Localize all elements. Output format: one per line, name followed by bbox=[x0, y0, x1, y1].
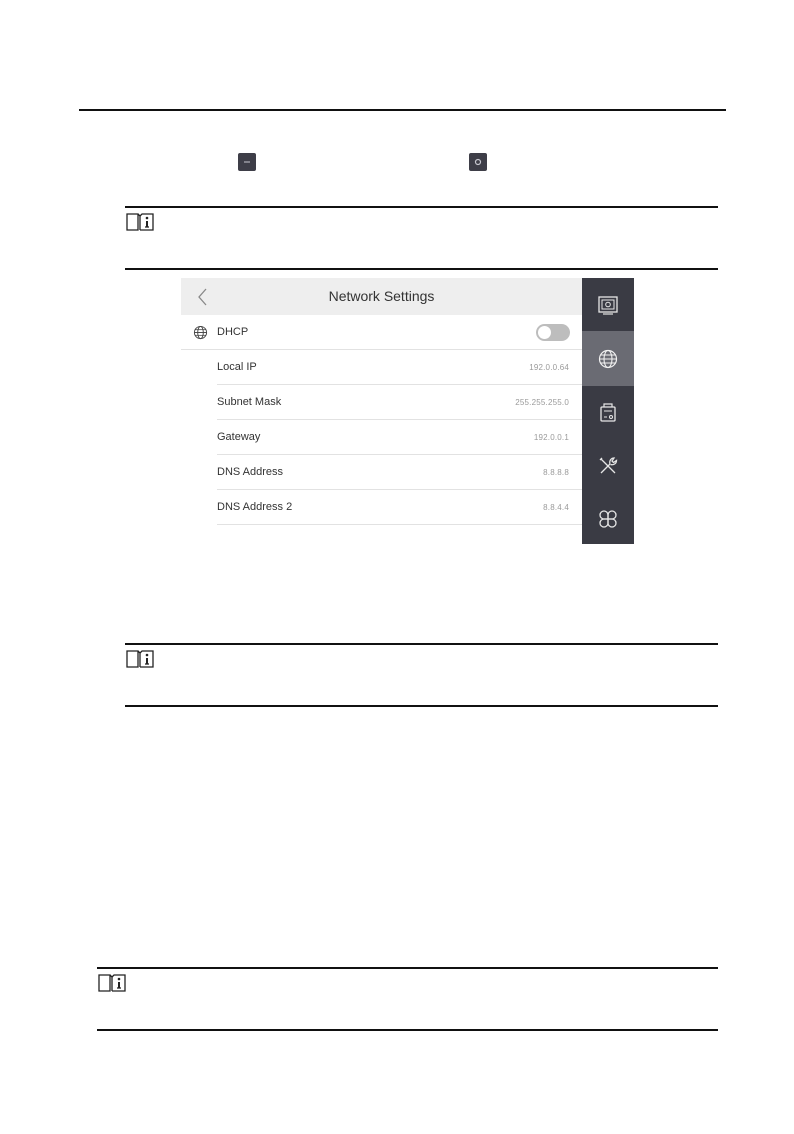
sidebar-item-maintenance[interactable] bbox=[582, 439, 634, 492]
note-top-rule bbox=[125, 206, 718, 208]
row-divider bbox=[217, 524, 582, 525]
apps-icon bbox=[599, 509, 617, 528]
dns-address-label: DNS Address bbox=[217, 466, 284, 478]
note-bottom-rule bbox=[125, 705, 718, 707]
dns-address-row[interactable]: DNS Address 8.8.8.8 bbox=[181, 455, 582, 490]
settings-sidebar bbox=[582, 278, 634, 544]
globe-icon bbox=[193, 325, 208, 340]
settings-small-icon bbox=[238, 153, 256, 171]
subnet-mask-label: Subnet Mask bbox=[217, 396, 282, 408]
note-top-rule bbox=[97, 967, 718, 969]
local-ip-label: Local IP bbox=[217, 361, 257, 373]
gateway-value: 192.0.0.1 bbox=[533, 433, 569, 442]
note-bottom-rule bbox=[97, 1029, 718, 1031]
sidebar-item-monitor[interactable] bbox=[582, 278, 634, 331]
screen-title: Network Settings bbox=[328, 288, 435, 304]
note-bottom-rule bbox=[125, 268, 718, 270]
sidebar-item-device[interactable] bbox=[582, 386, 634, 439]
dns-address-2-row[interactable]: DNS Address 2 8.8.4.4 bbox=[181, 490, 582, 525]
dns-address-2-label: DNS Address 2 bbox=[217, 501, 293, 513]
dns-address-2-value: 8.8.4.4 bbox=[543, 503, 569, 512]
screen-header: Network Settings bbox=[181, 278, 582, 315]
note-icon bbox=[98, 974, 126, 992]
tools-icon bbox=[599, 456, 618, 473]
gateway-label: Gateway bbox=[217, 431, 261, 443]
sidebar-item-network[interactable] bbox=[582, 331, 634, 386]
chevron-left-icon[interactable] bbox=[195, 286, 211, 308]
local-ip-row[interactable]: Local IP 192.0.0.64 bbox=[181, 350, 582, 385]
globe-icon bbox=[598, 349, 618, 368]
dhcp-toggle[interactable] bbox=[536, 324, 570, 341]
note-icon bbox=[126, 650, 154, 668]
device-icon bbox=[600, 402, 616, 422]
dns-address-value: 8.8.8.8 bbox=[543, 468, 569, 477]
page-header-rule bbox=[79, 109, 726, 111]
dhcp-row[interactable]: DHCP bbox=[181, 315, 582, 350]
toggle-knob bbox=[538, 326, 551, 339]
dhcp-label: DHCP bbox=[217, 326, 249, 338]
note-icon bbox=[126, 213, 154, 231]
local-ip-value: 192.0.0.64 bbox=[529, 363, 569, 372]
network-settings-screenshot: Network Settings DHCP Local IP 192.0.0.6… bbox=[181, 278, 634, 544]
gear-small-icon bbox=[469, 153, 487, 171]
monitor-icon bbox=[598, 295, 618, 315]
subnet-mask-value: 255.255.255.0 bbox=[515, 398, 569, 407]
subnet-mask-row[interactable]: Subnet Mask 255.255.255.0 bbox=[181, 385, 582, 420]
note-top-rule bbox=[125, 643, 718, 645]
gateway-row[interactable]: Gateway 192.0.0.1 bbox=[181, 420, 582, 455]
sidebar-item-apps[interactable] bbox=[582, 492, 634, 544]
